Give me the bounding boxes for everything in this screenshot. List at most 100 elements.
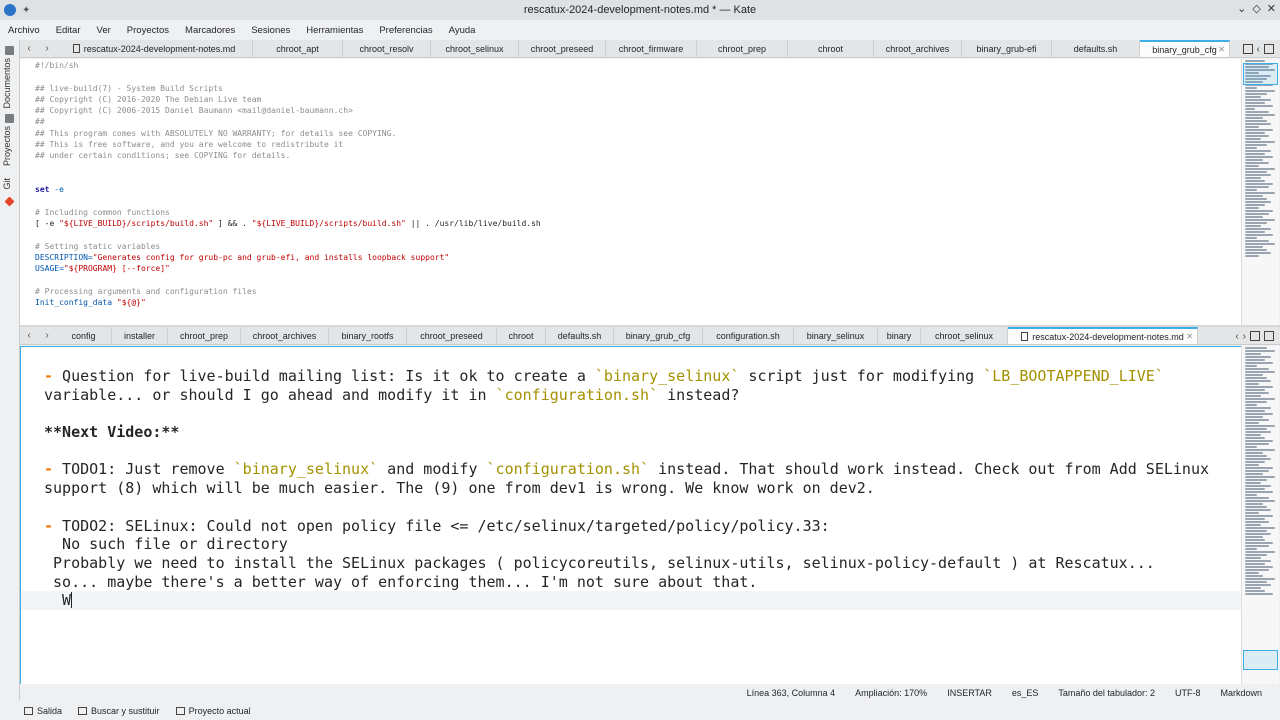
close-icon[interactable]: ✕ bbox=[1267, 2, 1276, 15]
projects-icon[interactable] bbox=[5, 114, 14, 123]
text-cursor bbox=[71, 592, 73, 609]
tab-notes-md[interactable]: rescatux-2024-development-notes.md ✕ bbox=[1008, 327, 1198, 344]
minimize-icon[interactable]: ⌄ bbox=[1237, 2, 1246, 15]
spellcheck-language[interactable]: es_ES bbox=[1002, 688, 1049, 698]
tab-defaults-sh[interactable]: defaults.sh bbox=[1052, 40, 1140, 57]
code-line: ## This is free software, and you are we… bbox=[35, 140, 344, 150]
git-icon[interactable] bbox=[4, 196, 15, 207]
code-line: [ -e "${LIVE_BUILD}/scripts/build.sh" ] … bbox=[35, 219, 541, 229]
search-replace-panel-button[interactable]: Buscar y sustituir bbox=[78, 706, 160, 716]
tab-scroll-left-icon[interactable]: ‹ bbox=[1235, 331, 1238, 342]
tab-chroot-selinux[interactable]: chroot_selinux bbox=[921, 327, 1008, 344]
tab-configuration-sh[interactable]: configuration.sh bbox=[703, 327, 794, 344]
tab-chroot[interactable]: chroot bbox=[497, 327, 546, 344]
note-line: support (8) which will be much easier. T… bbox=[44, 479, 875, 498]
tab-back-icon[interactable]: ‹ bbox=[20, 40, 38, 57]
note-heading: **Next Video:** bbox=[44, 423, 180, 442]
code-line: ## Copyright (C) 2016-2020 The Debian Li… bbox=[35, 94, 262, 104]
tab-chroot-resolv[interactable]: chroot_resolv bbox=[343, 40, 431, 57]
syntax-mode[interactable]: Markdown bbox=[1210, 688, 1272, 698]
minimap-viewport[interactable] bbox=[1243, 650, 1278, 670]
tab-chroot-prep[interactable]: chroot_prep bbox=[168, 327, 241, 344]
project-icon bbox=[175, 707, 185, 715]
tab-scroll-right-icon[interactable]: › bbox=[1243, 331, 1246, 342]
output-icon bbox=[24, 707, 33, 715]
note-line: so... maybe there's a better way of enfo… bbox=[44, 572, 758, 591]
input-mode[interactable]: INSERTAR bbox=[937, 688, 1002, 698]
window-title: rescatux-2024-development-notes.md * — K… bbox=[523, 4, 757, 16]
tab-binary[interactable]: binary bbox=[878, 327, 921, 344]
split-view-icon[interactable] bbox=[1264, 331, 1274, 341]
tab-binary-grub-cfg[interactable]: binary_grub_cfg ✕ bbox=[1140, 40, 1230, 57]
sidebar-tab-projects[interactable]: Proyectos bbox=[2, 126, 12, 166]
top-code-editor[interactable]: #!/bin/sh ## live-build(7) - System Buil… bbox=[20, 59, 1241, 325]
tab-forward-icon[interactable]: › bbox=[38, 40, 56, 57]
tab-chroot-firmware[interactable]: chroot_firmware bbox=[606, 40, 697, 57]
tab-chroot[interactable]: chroot bbox=[788, 40, 874, 57]
menu-herramientas[interactable]: Herramientas bbox=[298, 25, 371, 36]
tab-chroot-archives[interactable]: chroot_archives bbox=[241, 327, 329, 344]
encoding[interactable]: UTF-8 bbox=[1165, 688, 1211, 698]
note-line: No such file or directory bbox=[44, 535, 288, 554]
tab-binary-selinux[interactable]: binary_selinux bbox=[794, 327, 878, 344]
new-tab-icon[interactable] bbox=[1242, 44, 1253, 54]
code-line: DESCRIPTION="Generates config for grub-p… bbox=[35, 253, 450, 263]
tab-notes-md[interactable]: rescatux-2024-development-notes.md bbox=[56, 40, 253, 57]
menu-archivo[interactable]: Archivo bbox=[0, 25, 48, 36]
bottom-tab-bar: ‹ › config installer chroot_prep chroot_… bbox=[20, 327, 1280, 345]
split-view-icon[interactable] bbox=[1264, 44, 1274, 54]
tab-back-icon[interactable]: ‹ bbox=[20, 327, 38, 344]
code-line: USAGE="${PROGRAM} [--force]" bbox=[35, 264, 170, 274]
tab-chroot-prep[interactable]: chroot_prep bbox=[697, 40, 788, 57]
code-line: # Setting static variables bbox=[35, 241, 161, 251]
menu-marcadores[interactable]: Marcadores bbox=[177, 25, 243, 36]
zoom-level[interactable]: Ampliación: 170% bbox=[845, 688, 937, 698]
new-tab-icon[interactable] bbox=[1250, 331, 1260, 341]
sidebar-tab-git[interactable]: Git bbox=[2, 178, 12, 190]
menu-proyectos[interactable]: Proyectos bbox=[119, 25, 177, 36]
document-icon bbox=[1021, 332, 1029, 341]
output-panel-button[interactable]: Salida bbox=[24, 706, 62, 716]
tab-binary-grub-efi[interactable]: binary_grub-efi bbox=[962, 40, 1052, 57]
close-tab-icon[interactable]: ✕ bbox=[1186, 332, 1193, 341]
code-line: Init_config_data "${@}" bbox=[35, 298, 146, 308]
tab-chroot-preseed[interactable]: chroot_preseed bbox=[407, 327, 497, 344]
menu-ver[interactable]: Ver bbox=[89, 25, 119, 36]
menu-preferencias[interactable]: Preferencias bbox=[371, 25, 440, 36]
tab-config[interactable]: config bbox=[56, 327, 112, 344]
top-minimap[interactable] bbox=[1241, 59, 1279, 325]
tab-chroot-preseed[interactable]: chroot_preseed bbox=[519, 40, 606, 57]
tool-view-bar: Salida Buscar y sustituir Proyecto actua… bbox=[0, 702, 1280, 720]
menu-sesiones[interactable]: Sesiones bbox=[243, 25, 298, 36]
quick-open-icon[interactable]: ‹ bbox=[1257, 44, 1260, 55]
menu-ayuda[interactable]: Ayuda bbox=[441, 25, 484, 36]
bottom-minimap[interactable] bbox=[1241, 346, 1279, 684]
documents-icon[interactable] bbox=[5, 46, 14, 55]
tab-size[interactable]: Tamaño del tabulador: 2 bbox=[1048, 688, 1165, 698]
code-line: ## under certain conditions; see COPYING… bbox=[35, 151, 291, 161]
current-project-panel-button[interactable]: Proyecto actual bbox=[175, 706, 251, 716]
tab-forward-icon[interactable]: › bbox=[38, 327, 56, 344]
tab-binary-grub-cfg[interactable]: binary_grub_cfg bbox=[614, 327, 703, 344]
minimap-viewport[interactable] bbox=[1243, 63, 1278, 85]
code-line: # Including common functions bbox=[35, 207, 170, 217]
tab-binary-rootfs[interactable]: binary_rootfs bbox=[329, 327, 407, 344]
sidebar-tab-documents[interactable]: Documentos bbox=[2, 58, 12, 109]
close-tab-icon[interactable]: ✕ bbox=[1218, 45, 1225, 54]
maximize-icon[interactable]: ◇ bbox=[1252, 2, 1260, 15]
code-line: #!/bin/sh bbox=[35, 61, 79, 70]
notes-editor[interactable]: - Question for live-build mailing list: … bbox=[20, 346, 1241, 684]
top-tab-bar: ‹ › rescatux-2024-development-notes.md c… bbox=[20, 40, 1280, 58]
note-line: variable... or should I go ahead and mod… bbox=[44, 385, 740, 404]
current-line: W bbox=[21, 591, 1241, 610]
cursor-position[interactable]: Línea 363, Columna 4 bbox=[737, 688, 846, 698]
tab-defaults-sh[interactable]: defaults.sh bbox=[546, 327, 614, 344]
code-line: ## Copyright (C) 2006-2015 Daniel Bauman… bbox=[35, 106, 353, 116]
tab-installer[interactable]: installer bbox=[112, 327, 168, 344]
code-line: set -e bbox=[35, 185, 64, 195]
menu-editar[interactable]: Editar bbox=[48, 25, 89, 36]
tab-chroot-archives[interactable]: chroot_archives bbox=[874, 40, 962, 57]
tab-chroot-selinux[interactable]: chroot_selinux bbox=[431, 40, 519, 57]
tab-chroot-apt[interactable]: chroot_apt bbox=[253, 40, 343, 57]
menu-bar: Archivo Editar Ver Proyectos Marcadores … bbox=[0, 20, 1280, 40]
